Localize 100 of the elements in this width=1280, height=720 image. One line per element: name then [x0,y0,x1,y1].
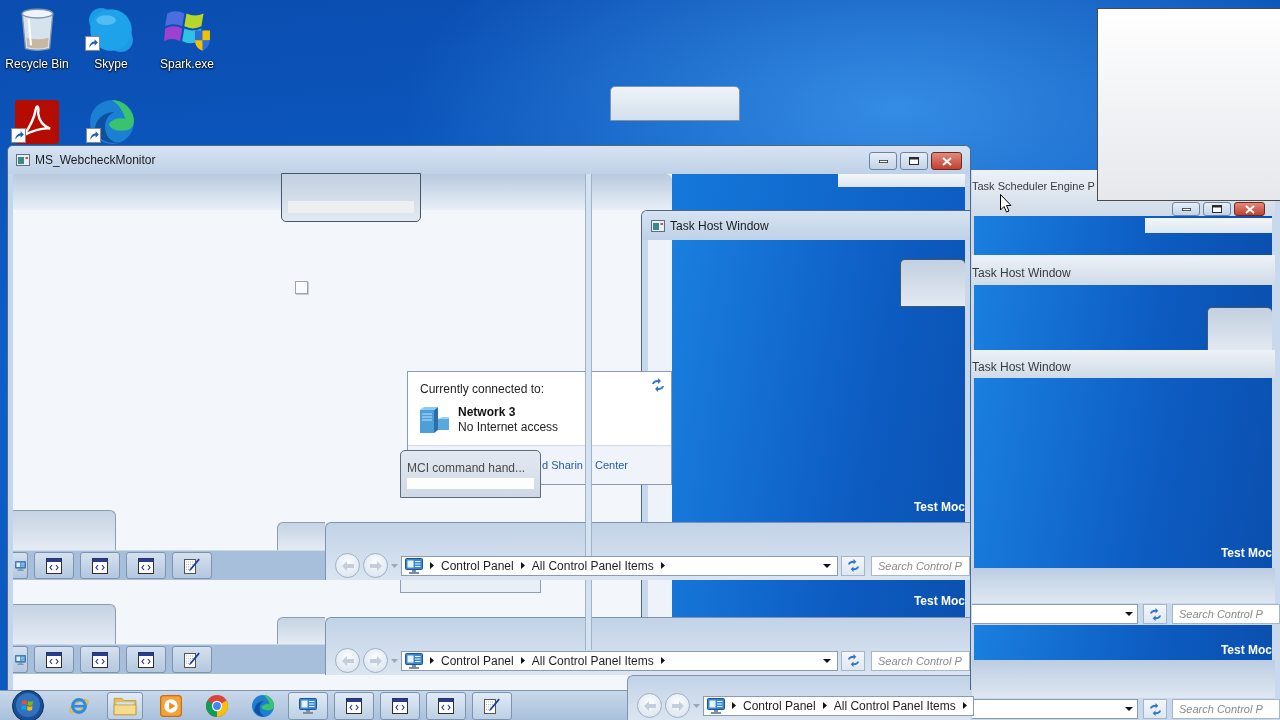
minimize-icon [878,159,888,163]
dropdown-arrow-icon [1125,707,1133,711]
breadcrumb[interactable]: Control Panel [441,558,514,573]
taskbar-button[interactable] [172,552,212,579]
taskbar-button[interactable] [472,691,512,720]
pencil-page-icon [484,697,500,714]
program-window-icon [46,557,62,574]
square-marker-icon [295,281,308,294]
mode-notice-text: Test Moc [913,500,965,514]
program-window-icon [346,697,362,714]
monitor-panel-icon [14,560,26,571]
breadcrumb[interactable]: All Control Panel Items [833,698,956,713]
folder-icon [113,695,137,716]
close-button[interactable] [1234,202,1265,216]
maximize-button[interactable] [1203,202,1231,216]
flag-shield-icon [163,8,211,52]
taskbar-button[interactable] [334,691,374,720]
close-button[interactable] [931,152,962,170]
breadcrumb-arrow-icon [962,702,967,709]
start-orb-icon [12,689,44,720]
close-icon [1244,204,1255,214]
taskbar-button[interactable] [80,552,120,579]
refresh-button[interactable] [841,650,865,671]
minimize-button[interactable] [869,152,897,170]
address-bar[interactable]: Control Panel All Control Panel Items [401,555,838,576]
taskbar-button[interactable] [126,552,166,579]
breadcrumb[interactable]: All Control Panel Items [531,558,654,573]
taskbar-button[interactable] [34,552,74,579]
monitor-panel-icon [405,557,423,574]
breadcrumb[interactable]: Control Panel [743,698,816,713]
link[interactable]: Center [595,459,628,471]
window-title: Task Host Window [670,218,769,233]
link[interactable]: d Sharin [542,459,583,471]
refresh-icon [650,378,666,392]
mode-notice-text: Test Moc [1220,546,1272,560]
breadcrumb[interactable]: Control Panel [441,653,514,668]
refresh-button[interactable] [841,555,865,576]
window-title: Task Scheduler Engine P [972,179,1096,193]
breadcrumb-arrow-icon [660,657,665,664]
blank-window [1207,307,1272,350]
monitor-panel-icon [14,654,26,665]
window-title: Task Host Window [972,360,1071,376]
breadcrumb-arrow-icon [520,657,525,664]
search-field[interactable]: Search Control P [871,555,970,576]
window-title: Task Host Window [972,266,1071,282]
back-arrow-icon [341,560,354,571]
maximize-button[interactable] [900,152,928,170]
chat-app-icon [89,8,133,52]
monitor-panel-icon [299,697,317,714]
program-window-icon [92,651,108,668]
mode-notice-text: Test Moc [913,594,965,608]
search-field[interactable]: Search Control P [1172,604,1280,624]
search-field[interactable]: Search Control P [1172,699,1280,719]
program-window-icon [92,557,108,574]
taskbar-button[interactable] [380,691,420,720]
address-bar[interactable]: Control Panel All Control Panel Items [401,650,838,671]
window-frame-edge [585,580,592,650]
program-window-icon [438,697,454,714]
taskbar-button[interactable] [288,691,328,720]
swirl-logo-icon [90,100,134,144]
refresh-button[interactable] [1143,604,1167,624]
swirl-logo-icon [252,694,274,717]
monitor-panel-icon [707,697,725,714]
search-field[interactable]: Search Control P [871,650,970,671]
address-bar[interactable] [972,699,1138,719]
mode-notice-text: Test Moc [1220,643,1272,657]
taskbar-button[interactable] [172,646,212,673]
close-icon [941,156,952,166]
refresh-icon [1147,607,1163,621]
window-icon [16,154,30,166]
back-arrow-icon [341,655,354,666]
breadcrumb-arrow-icon [520,562,525,569]
recycle-bin-icon [19,8,55,52]
refresh-button[interactable] [1143,699,1167,719]
breadcrumb[interactable]: All Control Panel Items [531,653,654,668]
address-bar[interactable] [972,604,1138,624]
forward-arrow-icon [369,560,382,571]
window-title: MS_WebcheckMonitor [35,153,156,167]
forward-arrow-icon [671,700,684,711]
dropdown-arrow-icon [823,563,831,568]
window-fragment [277,617,325,644]
forward-arrow-icon [369,655,382,666]
taskbar-button[interactable] [126,646,166,673]
tile-logo-icon [15,100,59,144]
mouse-pointer-icon [1000,194,1012,213]
browser-logo-icon [206,694,228,717]
monitor-panel-icon [405,652,423,669]
back-arrow-icon [643,700,656,711]
taskbar-button[interactable] [34,646,74,673]
program-window-icon [138,557,154,574]
taskbar-button[interactable] [80,646,120,673]
taskbar-button[interactable] [426,691,466,720]
maximize-icon [909,157,919,165]
window-icon [651,219,665,232]
network-name: Network 3 [458,405,517,419]
pencil-page-icon [184,557,200,574]
breadcrumb-arrow-icon [430,657,434,664]
minimize-button[interactable] [1172,202,1200,216]
address-bar[interactable]: Control Panel All Control Panel Items [703,695,974,716]
window-fragment [277,522,325,550]
